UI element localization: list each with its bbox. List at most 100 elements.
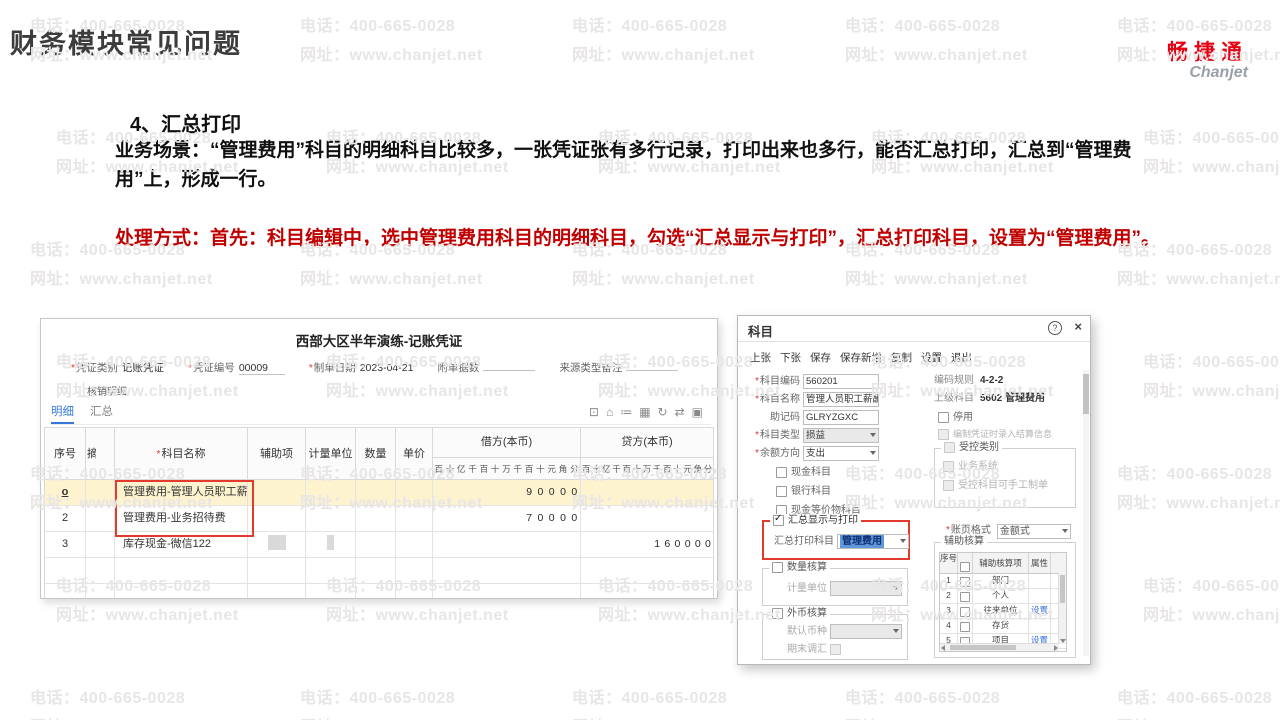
cash-checkbox-row-1: 银行科目 bbox=[776, 482, 861, 501]
checkbox-icon[interactable] bbox=[960, 576, 970, 587]
voucher-tab-1[interactable]: 汇总 bbox=[90, 403, 113, 422]
checkbox-icon[interactable] bbox=[776, 467, 787, 478]
mnemonic-input[interactable]: GLRYZGXC bbox=[803, 410, 879, 425]
aux-row-4[interactable]: 4 存货 bbox=[940, 619, 1066, 634]
aux-horizontal-scrollbar[interactable] bbox=[940, 643, 1059, 651]
digit-scale-char: 百 bbox=[434, 464, 443, 474]
refresh-icon[interactable]: ↻ bbox=[658, 405, 668, 419]
scroll-right-icon[interactable] bbox=[1054, 645, 1058, 651]
summary-print-legend: 汇总显示与打印 bbox=[770, 512, 861, 528]
voucher-row-1[interactable]: o 管理费用-管理人员职工薪酬 9 0 0 0 0 bbox=[45, 480, 713, 506]
digit-cell: 0 bbox=[674, 538, 681, 550]
digit-cell bbox=[433, 584, 444, 598]
column-header-text: 借方(本币) bbox=[433, 428, 580, 458]
aux-col-check bbox=[958, 553, 973, 573]
field-value[interactable]: 2023-04-21 bbox=[360, 362, 414, 374]
checkbox-icon[interactable] bbox=[938, 412, 949, 423]
account-name-input[interactable]: 管理人员职工薪酬 bbox=[803, 392, 879, 407]
voucher-row-3[interactable]: 3 库存现金-微信122 1 6 0 0 0 0 bbox=[45, 532, 713, 558]
account-type-select[interactable]: 损益 bbox=[803, 428, 879, 443]
account-code-input[interactable]: 560201 bbox=[803, 374, 879, 389]
checkbox-icon[interactable] bbox=[960, 591, 970, 602]
digit-cell bbox=[490, 558, 501, 583]
checkbox-icon[interactable] bbox=[960, 606, 970, 617]
digit-cell bbox=[569, 532, 580, 557]
unit-select[interactable] bbox=[830, 581, 902, 596]
digit-scale-char: 十 bbox=[673, 464, 682, 474]
scroll-left-icon[interactable] bbox=[941, 645, 945, 651]
digit-cell bbox=[632, 532, 642, 557]
digit-cell bbox=[490, 480, 501, 505]
scrollbar-thumb[interactable] bbox=[1083, 374, 1089, 414]
digit-cell bbox=[652, 558, 662, 583]
checkbox-icon[interactable] bbox=[772, 561, 783, 573]
voucher-row-5[interactable] bbox=[45, 584, 713, 598]
amount-digits bbox=[433, 532, 580, 557]
aux-row-2[interactable]: 2 个人 bbox=[940, 589, 1066, 604]
voucher-tab-0[interactable]: 明细 bbox=[51, 403, 74, 424]
checkbox-icon[interactable] bbox=[772, 607, 783, 619]
digit-cell bbox=[467, 480, 478, 505]
help-icon[interactable]: ? bbox=[1048, 321, 1062, 335]
digit-scale-char: 十 bbox=[445, 464, 455, 474]
aux-vertical-scrollbar[interactable] bbox=[1058, 573, 1066, 644]
scrollbar-thumb[interactable] bbox=[950, 645, 1016, 650]
checkbox-icon[interactable] bbox=[776, 486, 787, 497]
dialog-menu-item-4[interactable]: 复制 bbox=[891, 350, 912, 365]
dialog-menu-item-0[interactable]: 上张 bbox=[750, 350, 771, 365]
digit-cell bbox=[642, 480, 652, 505]
balance-direction-select[interactable]: 支出 bbox=[803, 446, 879, 461]
currency-select[interactable] bbox=[830, 624, 902, 639]
currency-group: 外币核算 默认币种 期末调汇 bbox=[762, 607, 908, 660]
dialog-menu-item-2[interactable]: 保存 bbox=[810, 350, 831, 365]
controlled-group: 受控类别 业务系统 受控科目可手工制单 bbox=[934, 441, 1076, 508]
amount-digits: 70000 bbox=[433, 506, 580, 531]
field-label: *科目名称 bbox=[748, 392, 800, 407]
dialog-menu-item-1[interactable]: 下张 bbox=[780, 350, 801, 365]
summary-print-account-select[interactable]: 管理费用 bbox=[837, 534, 909, 549]
fullscreen-icon[interactable]: ▣ bbox=[692, 405, 703, 419]
checked-checkbox-icon[interactable] bbox=[773, 512, 784, 526]
list-icon[interactable]: ≔ bbox=[620, 405, 632, 419]
checkbox-icon[interactable] bbox=[960, 561, 970, 572]
field-value[interactable]: 00009 bbox=[238, 362, 285, 375]
ledger-format-select[interactable]: 金额式 bbox=[996, 524, 1071, 539]
row-price bbox=[396, 480, 433, 506]
seal-icon[interactable]: ⌂ bbox=[606, 405, 613, 419]
swap-icon[interactable]: ⇄ bbox=[675, 405, 685, 419]
field-label: 计量单位 bbox=[787, 583, 827, 594]
row-price bbox=[396, 506, 433, 532]
dialog-menu-item-3[interactable]: 保存新增 bbox=[840, 350, 882, 365]
voucher-table-header: 序号摘要*科目名称辅助项计量单位数量单价借方(本币)百十亿千百十万千百十元角分贷… bbox=[45, 428, 713, 480]
field-value[interactable] bbox=[626, 370, 679, 371]
checkbox-label: 业务系统 bbox=[958, 461, 998, 472]
save-icon[interactable]: ⊡ bbox=[589, 405, 599, 419]
grid-icon[interactable]: ▦ bbox=[639, 405, 650, 419]
digit-cell: 1 bbox=[654, 538, 661, 550]
close-icon[interactable]: × bbox=[1074, 319, 1082, 334]
row-price bbox=[396, 532, 433, 558]
aux-row-3[interactable]: 3 往来单位 设置 bbox=[940, 604, 1066, 619]
voucher-row-4[interactable] bbox=[45, 558, 713, 584]
voucher-row-2[interactable]: 2 管理费用-业务招待费 7 0 0 0 0 bbox=[45, 506, 713, 532]
row-credit bbox=[581, 506, 713, 532]
required-asterisk: * bbox=[71, 363, 75, 374]
aux-row-1[interactable]: 1 部门 bbox=[940, 574, 1066, 589]
writeoff-detail-link[interactable]: 核销明细 bbox=[87, 383, 717, 398]
row-qty bbox=[356, 506, 396, 532]
field-value[interactable] bbox=[483, 370, 536, 371]
group-title: 外币核算 bbox=[787, 608, 827, 619]
field-value[interactable]: 记账凭证 bbox=[122, 362, 164, 374]
scroll-down-icon[interactable] bbox=[1060, 639, 1066, 643]
amount-digits bbox=[581, 480, 713, 505]
dialog-menu-item-5[interactable]: 设置 bbox=[921, 350, 942, 365]
scrollbar-thumb[interactable] bbox=[1060, 575, 1065, 603]
parent-account-row: 上级科目 5602 管理费用 bbox=[934, 392, 1045, 406]
dialog-scrollbar[interactable] bbox=[1083, 370, 1089, 656]
dialog-menu-item-6[interactable]: 退出 bbox=[951, 350, 972, 365]
checkbox-icon[interactable] bbox=[960, 621, 970, 632]
digit-scale-char: 千 bbox=[468, 464, 477, 474]
aux-settings-link[interactable]: 设置 bbox=[1029, 604, 1051, 618]
row-account: 管理费用-业务招待费 bbox=[115, 506, 248, 532]
watermark-phone: 电话：400-665-0028 bbox=[1143, 578, 1280, 595]
